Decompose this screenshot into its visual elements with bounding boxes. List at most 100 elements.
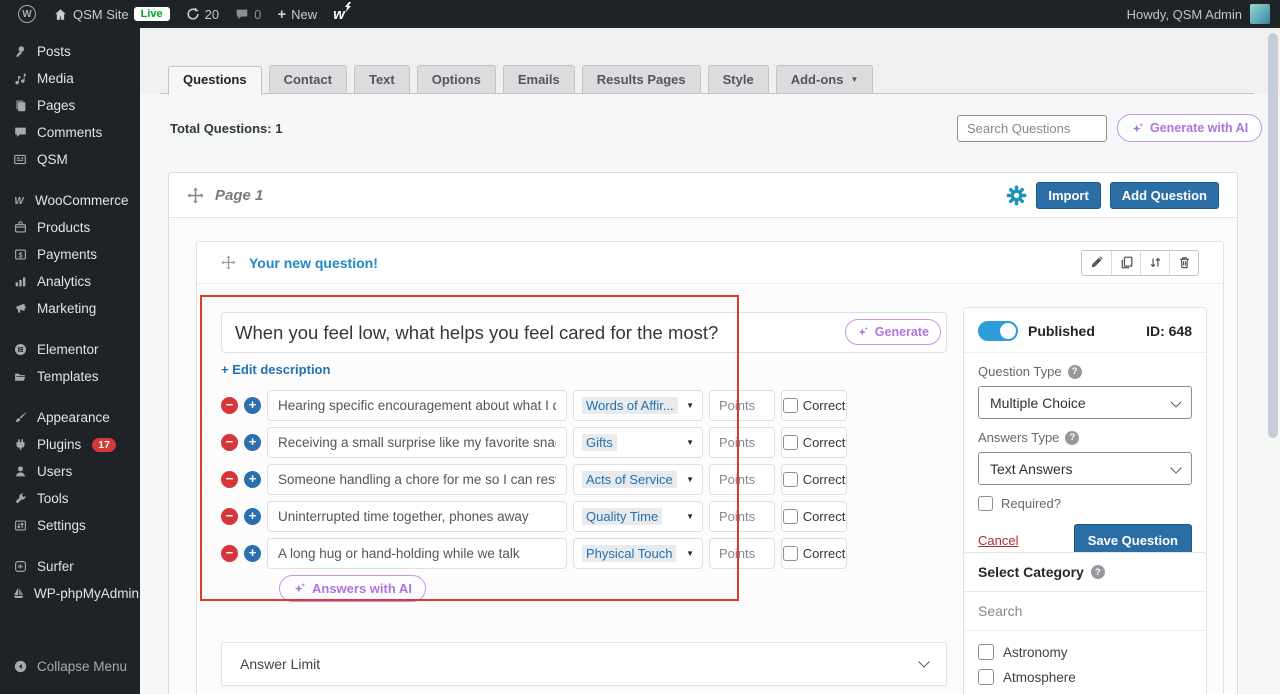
category-option[interactable]: Astronomy: [978, 644, 1192, 660]
correct-answer-toggle[interactable]: Correct: [781, 464, 847, 495]
howdy-greeting[interactable]: Howdy, QSM Admin: [1127, 7, 1242, 22]
sidebar-item-qsm[interactable]: QSM: [0, 146, 140, 173]
correct-answer-toggle[interactable]: Correct: [781, 427, 847, 458]
answer-category-dropdown[interactable]: Gifts ▼: [573, 427, 703, 458]
sidebar-item-surfer[interactable]: Surfer: [0, 553, 140, 580]
question-text-input[interactable]: [221, 312, 947, 353]
answer-category-dropdown[interactable]: Quality Time ▼: [573, 501, 703, 532]
tab-questions[interactable]: Questions: [168, 66, 262, 95]
search-questions-input[interactable]: [957, 115, 1107, 142]
add-answer-button[interactable]: +: [244, 508, 261, 525]
sidebar-item-comments[interactable]: Comments: [0, 119, 140, 146]
add-answer-button[interactable]: +: [244, 471, 261, 488]
sidebar-item-pages[interactable]: Pages: [0, 92, 140, 119]
sidebar-item-plugins[interactable]: Plugins 17: [0, 431, 140, 458]
sidebar-item-appearance[interactable]: Appearance: [0, 404, 140, 431]
question-type-select[interactable]: Multiple Choice: [978, 386, 1192, 419]
points-input[interactable]: [709, 390, 775, 421]
add-answer-button[interactable]: +: [244, 397, 261, 414]
answer-text-input[interactable]: [267, 464, 567, 495]
page-settings-gear-icon[interactable]: [1006, 185, 1027, 206]
correct-checkbox[interactable]: [782, 398, 798, 413]
correct-checkbox[interactable]: [782, 509, 798, 524]
points-input[interactable]: [709, 538, 775, 569]
question-move-handle[interactable]: [221, 255, 236, 270]
answer-limit-section[interactable]: Answer Limit: [221, 642, 947, 686]
scrollbar-thumb[interactable]: [1268, 33, 1278, 438]
tab-options[interactable]: Options: [416, 65, 496, 94]
correct-answer-toggle[interactable]: Correct: [781, 390, 847, 421]
published-toggle[interactable]: [978, 321, 1018, 341]
surferseo-menu[interactable]: w: [325, 0, 353, 28]
answer-text-input[interactable]: [267, 427, 567, 458]
sidebar-item-settings[interactable]: Settings: [0, 512, 140, 539]
sidebar-item-wp-phpmyadmin[interactable]: WP-phpMyAdmin: [0, 580, 140, 607]
cancel-link[interactable]: Cancel: [978, 533, 1018, 548]
answers-with-ai-button[interactable]: Answers with AI: [279, 575, 426, 602]
required-checkbox[interactable]: [978, 496, 993, 511]
points-input[interactable]: [709, 427, 775, 458]
wordpress-logo-icon[interactable]: W: [10, 0, 44, 28]
comments-menu[interactable]: 0: [227, 0, 269, 28]
answer-category-dropdown[interactable]: Physical Touch ▼: [573, 538, 703, 569]
sidebar-item-payments[interactable]: $ Payments: [0, 241, 140, 268]
remove-answer-button[interactable]: −: [221, 397, 238, 414]
sidebar-item-analytics[interactable]: Analytics: [0, 268, 140, 295]
category-checkbox[interactable]: [978, 644, 994, 660]
generate-with-ai-button[interactable]: Generate with AI: [1117, 114, 1263, 142]
sidebar-item-tools[interactable]: Tools: [0, 485, 140, 512]
sidebar-item-products[interactable]: Products: [0, 214, 140, 241]
edit-description-link[interactable]: + Edit description: [221, 362, 330, 377]
tab-results-pages[interactable]: Results Pages: [581, 65, 701, 94]
add-answer-button[interactable]: +: [244, 434, 261, 451]
tab-style[interactable]: Style: [707, 65, 769, 94]
category-checkbox[interactable]: [978, 669, 994, 685]
points-input[interactable]: [709, 501, 775, 532]
answer-text-input[interactable]: [267, 501, 567, 532]
correct-checkbox[interactable]: [782, 546, 798, 561]
edit-question-button[interactable]: [1082, 251, 1111, 275]
import-button[interactable]: Import: [1036, 181, 1101, 209]
sidebar-item-templates[interactable]: Templates: [0, 363, 140, 390]
correct-answer-toggle[interactable]: Correct: [781, 538, 847, 569]
updates-menu[interactable]: 20: [178, 0, 227, 28]
tab-add-ons[interactable]: Add-ons ▼: [775, 65, 874, 94]
category-option[interactable]: Atmosphere: [978, 669, 1192, 685]
sidebar-item-elementor[interactable]: Elementor: [0, 336, 140, 363]
reorder-question-button[interactable]: [1140, 250, 1169, 275]
answer-text-input[interactable]: [267, 390, 567, 421]
sidebar-item-posts[interactable]: Posts: [0, 38, 140, 65]
answer-text-input[interactable]: [267, 538, 567, 569]
help-icon[interactable]: ?: [1067, 364, 1082, 379]
tab-emails[interactable]: Emails: [502, 65, 575, 94]
remove-answer-button[interactable]: −: [221, 434, 238, 451]
correct-answer-toggle[interactable]: Correct: [781, 501, 847, 532]
remove-answer-button[interactable]: −: [221, 545, 238, 562]
site-menu[interactable]: QSM Site Live: [44, 0, 178, 28]
category-search-input[interactable]: [964, 592, 1206, 631]
avatar[interactable]: [1250, 4, 1270, 24]
answers-type-select[interactable]: Text Answers: [978, 452, 1192, 485]
answer-category-dropdown[interactable]: Words of Affir... ▼: [573, 390, 703, 421]
duplicate-question-button[interactable]: [1111, 250, 1140, 275]
new-content-menu[interactable]: + New: [269, 0, 325, 28]
sidebar-item-media[interactable]: Media: [0, 65, 140, 92]
correct-checkbox[interactable]: [782, 472, 798, 487]
question-title-link[interactable]: Your new question!: [249, 255, 378, 271]
remove-answer-button[interactable]: −: [221, 508, 238, 525]
delete-question-button[interactable]: [1169, 250, 1198, 275]
tab-contact[interactable]: Contact: [268, 65, 347, 94]
add-answer-button[interactable]: +: [244, 545, 261, 562]
sidebar-item-marketing[interactable]: Marketing: [0, 295, 140, 322]
correct-checkbox[interactable]: [782, 435, 798, 450]
collapse-menu-button[interactable]: Collapse Menu: [0, 653, 140, 680]
answer-category-dropdown[interactable]: Acts of Service ▼: [573, 464, 703, 495]
sidebar-item-woocommerce[interactable]: W WooCommerce: [0, 187, 140, 214]
add-question-button[interactable]: Add Question: [1109, 181, 1219, 209]
help-icon[interactable]: ?: [1065, 430, 1080, 445]
tab-text[interactable]: Text: [353, 65, 410, 94]
page-move-handle[interactable]: [187, 187, 204, 204]
points-input[interactable]: [709, 464, 775, 495]
generate-question-ai-button[interactable]: Generate: [844, 319, 941, 345]
help-icon[interactable]: ?: [1090, 565, 1105, 579]
